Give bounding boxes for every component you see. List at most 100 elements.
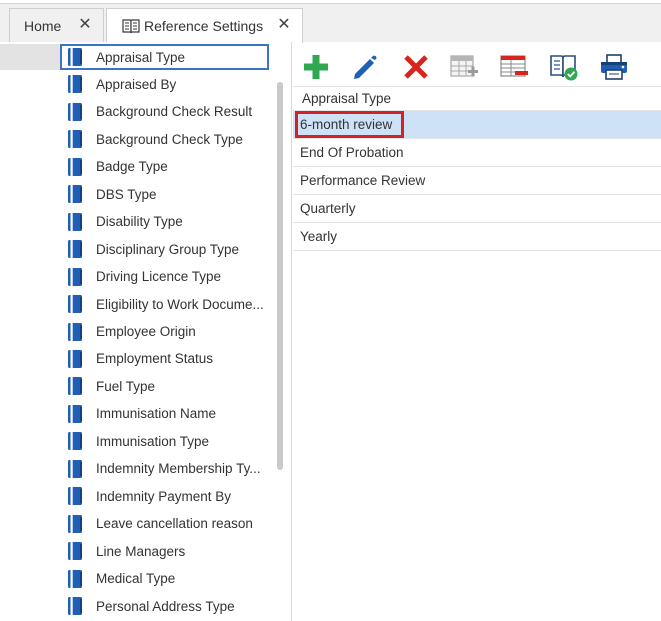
reference-type-list: Appraisal Type Appraised By Background Che… — [0, 42, 292, 621]
book-icon — [68, 597, 82, 615]
table-row[interactable]: Yearly — [293, 223, 661, 251]
reference-grid: Appraisal Type 6-month review End Of Prob… — [293, 86, 661, 251]
table-cell: Performance Review — [300, 173, 426, 188]
book-icon — [68, 432, 82, 451]
book-icon — [68, 322, 82, 341]
sidebar-item-label: Medical Type — [96, 571, 176, 587]
sidebar-item[interactable]: Driving Licence Type — [60, 264, 269, 290]
sidebar-item-label: Indemnity Payment By — [96, 488, 232, 504]
row-indicator — [0, 44, 60, 70]
sidebar-item[interactable]: Indemnity Payment By — [60, 483, 269, 509]
plus-icon — [304, 55, 328, 79]
book-icon — [68, 569, 82, 588]
pencil-icon — [354, 55, 377, 79]
sidebar-item-label: Appraisal Type — [96, 49, 186, 65]
sidebar-item[interactable]: Badge Type — [60, 154, 269, 180]
book-icon — [68, 514, 82, 533]
delete-button[interactable] — [399, 50, 433, 84]
book-icon — [68, 185, 82, 204]
book-icon — [68, 404, 82, 423]
sidebar-item-label: Indemnity Membership Ty... — [96, 461, 261, 477]
sidebar-item[interactable]: Eligibility to Work Docume... — [60, 291, 269, 317]
table-row[interactable]: 6-month review — [293, 111, 661, 139]
grid-column-header-label: Appraisal Type — [302, 91, 392, 106]
sidebar-item-label: Background Check Type — [96, 131, 243, 147]
sidebar-item-label: Immunisation Type — [96, 433, 210, 449]
print-button[interactable] — [597, 50, 631, 84]
book-icon — [68, 267, 82, 286]
tab-home[interactable]: Home ✕ — [9, 8, 104, 42]
sidebar-item-label: Employee Origin — [96, 324, 196, 339]
sidebar-item-label: DBS Type — [96, 186, 157, 202]
sidebar-item-label: Driving Licence Type — [96, 269, 222, 285]
sidebar-item-label: Employment Status — [96, 351, 214, 367]
book-icon — [68, 48, 82, 66]
remove-row-button[interactable] — [497, 50, 531, 84]
book-icon — [68, 102, 82, 121]
edit-button[interactable] — [348, 50, 382, 84]
sidebar-item-label: Badge Type — [96, 159, 168, 175]
sidebar-item[interactable]: Fuel Type — [60, 373, 269, 399]
sidebar-item[interactable]: Employment Status — [60, 346, 269, 372]
add-button[interactable] — [299, 50, 333, 84]
sidebar-item-label: Background Check Result — [96, 104, 253, 120]
grid-column-header[interactable]: Appraisal Type — [293, 86, 661, 111]
validate-button[interactable] — [547, 50, 581, 84]
sidebar-item[interactable]: Employee Origin — [60, 319, 269, 345]
list-scrollbar[interactable] — [277, 82, 283, 470]
sidebar-item[interactable]: Immunisation Name — [60, 401, 269, 427]
printer-icon — [601, 54, 627, 80]
sidebar-item[interactable]: Background Check Result — [60, 99, 269, 125]
table-row[interactable]: Performance Review — [293, 167, 661, 195]
book-icon — [68, 459, 82, 478]
table-cell: Quarterly — [300, 201, 356, 216]
title-bar-edge — [0, 0, 661, 4]
table-row[interactable]: Quarterly — [293, 195, 661, 223]
sidebar-item[interactable]: Line Managers — [60, 538, 269, 564]
tab-home-label: Home — [24, 17, 62, 34]
table-cell: Yearly — [300, 229, 338, 244]
book-icon — [68, 349, 82, 368]
sidebar-item-label: Disability Type — [96, 214, 183, 230]
tab-reference-settings[interactable]: Reference Settings ✕ — [106, 8, 303, 43]
book-icon — [68, 542, 82, 561]
close-icon[interactable]: ✕ — [77, 16, 93, 34]
sidebar-item[interactable]: Appraisal Type — [60, 44, 269, 70]
sidebar-item[interactable]: Disciplinary Group Type — [60, 236, 269, 262]
panel-divider — [291, 42, 292, 621]
tab-strip: Home ✕ Reference Settings ✕ — [0, 0, 661, 43]
book-icon — [68, 295, 82, 314]
sidebar-item-label: Fuel Type — [96, 378, 156, 394]
sidebar-item[interactable]: DBS Type — [60, 181, 269, 207]
sidebar-item[interactable]: Personal Address Type — [60, 593, 269, 619]
table-row[interactable]: End Of Probation — [293, 139, 661, 167]
sidebar-item[interactable]: Indemnity Membership Ty... — [60, 456, 269, 482]
sidebar-item[interactable]: Medical Type — [60, 566, 269, 592]
table-cell: 6-month review — [294, 111, 405, 138]
sidebar-item[interactable]: Disability Type — [60, 209, 269, 235]
sidebar-item-label: Disciplinary Group Type — [96, 241, 240, 257]
book-icon — [68, 75, 82, 94]
delete-x-icon — [404, 55, 428, 79]
sidebar-item-label: Eligibility to Work Docume... — [96, 296, 264, 312]
sidebar-item[interactable]: Immunisation Type — [60, 428, 269, 454]
open-book-icon — [122, 19, 140, 34]
sidebar-item[interactable]: Background Check Type — [60, 126, 269, 152]
sidebar-item-label: Appraised By — [96, 76, 177, 92]
sidebar-item-label: Line Managers — [96, 543, 186, 559]
book-icon — [68, 212, 82, 231]
sidebar-item-label: Leave cancellation reason — [96, 516, 253, 532]
tab-reference-settings-label: Reference Settings — [144, 18, 264, 34]
add-row-button[interactable] — [447, 50, 481, 84]
book-icon — [68, 377, 82, 396]
add-row-icon — [450, 55, 478, 77]
close-icon[interactable]: ✕ — [276, 16, 292, 34]
table-cell: End Of Probation — [300, 145, 404, 160]
sidebar-item[interactable]: Leave cancellation reason — [60, 511, 269, 537]
book-icon — [68, 240, 82, 259]
remove-row-icon — [500, 55, 528, 77]
sidebar-item-label: Immunisation Name — [96, 406, 217, 422]
sidebar-item-label: Personal Address Type — [96, 598, 235, 614]
sidebar-item[interactable]: Appraised By — [60, 71, 269, 97]
book-icon — [68, 157, 82, 176]
